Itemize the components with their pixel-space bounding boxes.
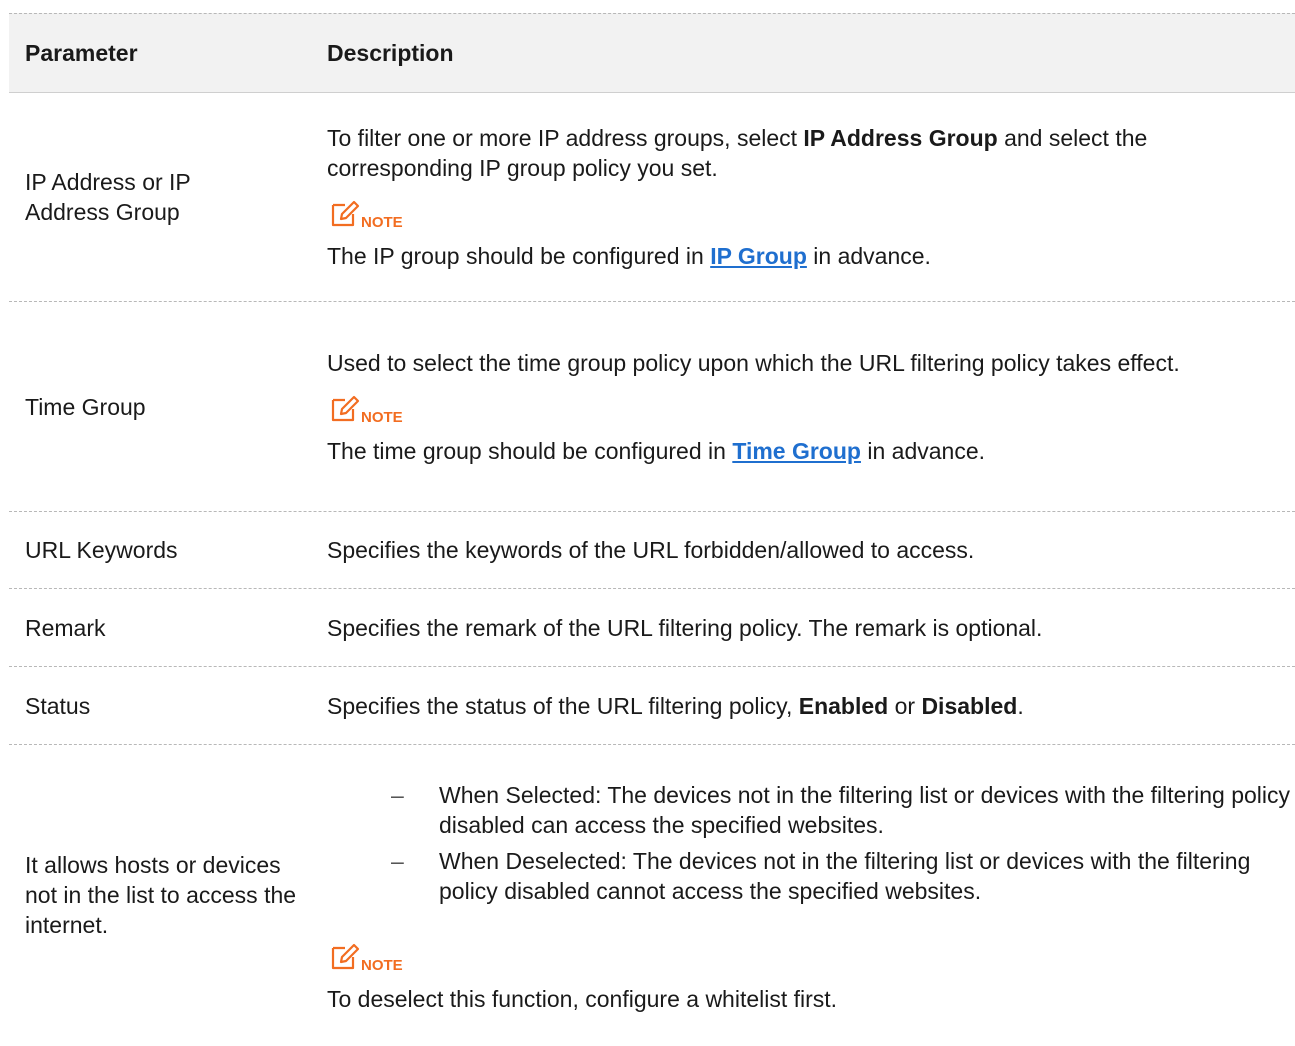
edit-pencil-icon xyxy=(331,200,360,227)
list-item: – When Deselected: The devices not in the… xyxy=(391,848,1251,904)
description-cell: – When Selected: The devices not in the f… xyxy=(327,745,1295,1045)
note-callout: NOTE xyxy=(327,940,1295,974)
param-cell: Time Group xyxy=(25,393,146,420)
description-cell: Specifies the remark of the URL filterin… xyxy=(327,614,1043,641)
table-row: Time Group Used to select the time group… xyxy=(9,302,1295,512)
time-group-link[interactable]: Time Group xyxy=(732,438,861,464)
note-label: NOTE xyxy=(361,214,403,231)
param-cell: URL Keywords xyxy=(25,537,178,563)
table-header: Parameter Description xyxy=(9,13,1295,93)
edit-pencil-icon xyxy=(331,395,360,421)
table-row: URL Keywords Specifies the keywords of t… xyxy=(9,512,1295,589)
header-parameter: Parameter xyxy=(25,40,138,66)
description-text: To filter one or more IP address groups,… xyxy=(327,125,1148,181)
param-cell: Remark xyxy=(25,614,106,641)
param-cell: Status xyxy=(25,692,91,719)
note-text: To deselect this function, configure a w… xyxy=(327,986,838,1012)
note-callout: NOTE xyxy=(327,392,1295,426)
param-cell: It allows hosts or devices not in the li… xyxy=(25,852,297,938)
edit-pencil-icon xyxy=(331,943,360,970)
ip-group-link[interactable]: IP Group xyxy=(710,243,807,269)
description-cell: Used to select the time group policy upo… xyxy=(327,302,1295,511)
table-row: IP Address or IP Address Group To filter… xyxy=(9,93,1295,302)
note-text: The IP group should be configured in IP … xyxy=(327,243,931,269)
table-row: Status Specifies the status of the URL f… xyxy=(9,667,1295,745)
description-cell: Specifies the status of the URL filterin… xyxy=(327,692,1024,719)
table-row: Remark Specifies the remark of the URL f… xyxy=(9,589,1295,667)
header-description: Description xyxy=(327,40,454,66)
note-callout: NOTE xyxy=(327,197,1295,231)
note-text: The time group should be configured in T… xyxy=(327,437,985,464)
parameter-table: Parameter Description IP Address or IP A… xyxy=(9,13,1295,1045)
note-label: NOTE xyxy=(361,957,403,974)
description-cell: Specifies the keywords of the URL forbid… xyxy=(327,537,975,563)
param-cell: IP Address or IP Address Group xyxy=(25,169,191,225)
description-text: Used to select the time group policy upo… xyxy=(327,349,1180,376)
table-row: It allows hosts or devices not in the li… xyxy=(9,745,1295,1045)
bullet-list: – When Selected: The devices not in the f… xyxy=(327,780,1295,906)
list-item: – When Selected: The devices not in the f… xyxy=(391,782,1290,838)
description-cell: To filter one or more IP address groups,… xyxy=(327,93,1295,301)
note-label: NOTE xyxy=(361,408,403,426)
